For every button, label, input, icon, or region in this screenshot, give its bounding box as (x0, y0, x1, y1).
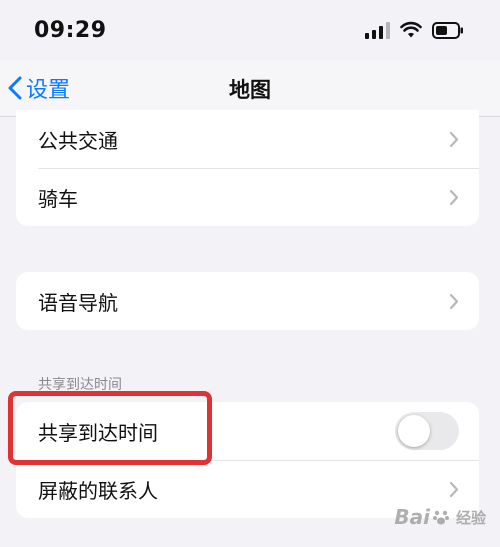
wifi-icon (400, 21, 422, 38)
battery-icon (432, 21, 463, 39)
watermark-sub: 经验 (455, 508, 486, 527)
row-voice-navigation[interactable]: 语音导航 (16, 272, 479, 330)
chevron-right-icon (449, 131, 459, 148)
paw-icon (432, 510, 449, 525)
status-time: 09:29 (34, 17, 107, 43)
signal-icon (365, 21, 390, 39)
chevron-right-icon (449, 481, 459, 498)
row-label: 语音导航 (38, 290, 118, 315)
status-icons (365, 21, 464, 39)
row-public-transit[interactable]: 公共交通 (16, 110, 479, 168)
chevron-right-icon (449, 189, 459, 206)
toggle-knob (398, 415, 430, 447)
section-header-share-eta: 共享到达时间 (38, 377, 122, 393)
row-cycling[interactable]: 骑车 (16, 168, 479, 226)
status-bar: 09:29 (0, 0, 500, 60)
row-label: 公共交通 (38, 128, 118, 153)
share-group: 共享到达时间 屏蔽的联系人 (16, 402, 479, 518)
watermark: Bai 经验 (394, 505, 486, 529)
voice-group: 语音导航 (16, 272, 479, 330)
navigation-bar: 设置 地图 (0, 60, 500, 117)
transport-group: 公共交通 骑车 (16, 110, 479, 226)
page-title: 地图 (229, 78, 271, 102)
row-label: 骑车 (38, 186, 78, 211)
row-share-eta: 共享到达时间 (16, 402, 479, 460)
row-label: 共享到达时间 (38, 420, 158, 445)
share-eta-toggle[interactable] (395, 412, 459, 450)
row-label: 屏蔽的联系人 (38, 478, 158, 503)
watermark-brand: Bai (394, 505, 430, 529)
chevron-right-icon (449, 293, 459, 310)
